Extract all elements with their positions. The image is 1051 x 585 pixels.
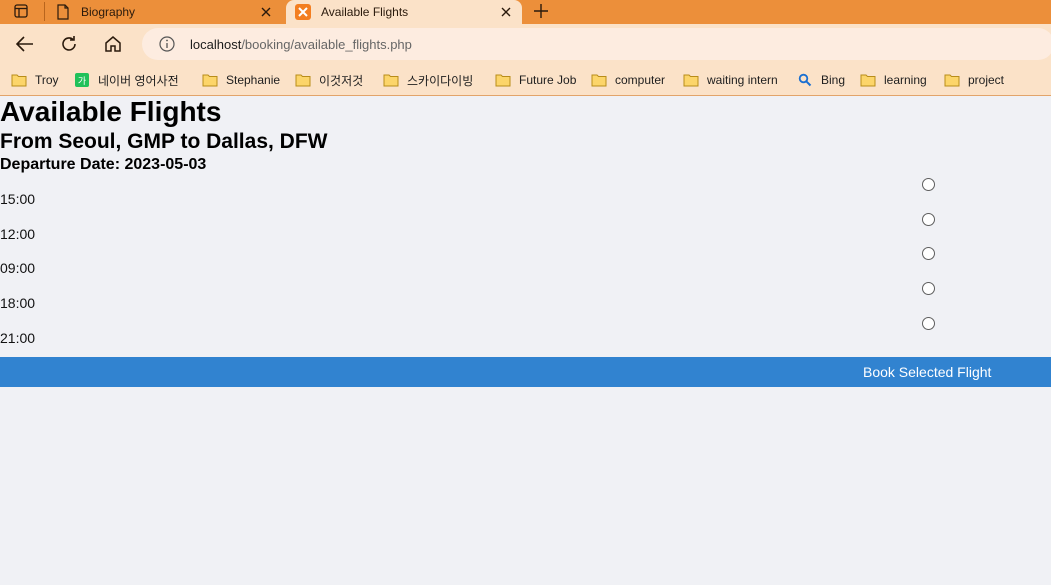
folder-icon (295, 72, 311, 88)
bookmark-label: waiting intern (707, 73, 778, 87)
bookmarks-bar: Troy 가 네이버 영어사전 Stephanie 이것저것 스카이다이빙 Fu… (0, 64, 1051, 96)
bookmark-label: 네이버 영어사전 (98, 73, 179, 88)
plus-icon (534, 4, 548, 18)
folder-icon (11, 72, 27, 88)
bookmark-igeotjeogeot[interactable]: 이것저것 (295, 69, 363, 91)
bookmark-label: Future Job (519, 73, 577, 87)
folder-icon (591, 72, 607, 88)
page-content: Available Flights From Seoul, GMP to Dal… (0, 97, 1051, 585)
search-icon (797, 72, 813, 88)
bookmark-stephanie[interactable]: Stephanie (202, 69, 280, 91)
bookmark-computer[interactable]: computer (591, 69, 665, 91)
bookmark-bing[interactable]: Bing (797, 69, 845, 91)
bookmark-label: computer (615, 73, 666, 87)
bookmark-label: 이것저것 (319, 73, 364, 88)
info-icon[interactable] (158, 35, 176, 53)
url-text[interactable]: localhost/booking/available_flights.php (190, 37, 412, 52)
flight-option: 18:00 (0, 279, 1051, 313)
tab-actions-button[interactable] (8, 1, 34, 21)
flight-radio[interactable] (922, 282, 935, 295)
bookmark-future-job[interactable]: Future Job (495, 69, 576, 91)
flight-option: 09:00 (0, 244, 1051, 278)
bookmark-label: project (968, 73, 1005, 87)
flight-option: 21:00 (0, 314, 1051, 348)
flight-radio[interactable] (922, 247, 935, 260)
flight-radio[interactable] (922, 317, 935, 330)
page-title: Available Flights (0, 96, 222, 127)
tab-actions-icon (14, 4, 28, 18)
new-tab-button[interactable] (531, 1, 551, 21)
bookmark-learning[interactable]: learning (860, 69, 927, 91)
folder-icon (383, 72, 399, 88)
flight-time: 15:00 (0, 191, 36, 207)
bookmark-label: Troy (35, 73, 59, 87)
flight-time: 12:00 (0, 226, 36, 242)
back-button[interactable] (13, 32, 37, 56)
tab-biography[interactable]: Biography (46, 0, 282, 24)
address-bar[interactable]: localhost/booking/available_flights.php (142, 28, 1051, 60)
back-arrow-icon (16, 36, 33, 52)
bookmark-label: 스카이다이빙 (407, 73, 474, 88)
document-icon (55, 4, 71, 20)
tab-available-flights[interactable]: Available Flights (286, 0, 522, 24)
departure-date: Departure Date: 2023-05-03 (0, 156, 207, 173)
bookmark-troy[interactable]: Troy (11, 69, 59, 91)
bookmark-label: Bing (821, 73, 846, 87)
route-heading: From Seoul, GMP to Dallas, DFW (0, 130, 328, 153)
home-icon (105, 36, 121, 52)
close-tab-icon[interactable] (258, 4, 274, 20)
flight-radio[interactable] (922, 178, 935, 191)
flight-option: 12:00 (0, 210, 1051, 244)
svg-text:가: 가 (78, 76, 86, 87)
xampp-icon (295, 4, 311, 20)
browser-toolbar: localhost/booking/available_flights.php (0, 24, 1051, 64)
book-selected-flight-button[interactable]: Book Selected Flight (0, 357, 1051, 387)
refresh-icon (62, 36, 76, 51)
folder-icon (202, 72, 218, 88)
bookmark-label: Stephanie (226, 73, 281, 87)
home-button[interactable] (101, 32, 125, 56)
flight-option: 15:00 (0, 175, 1051, 209)
tab-strip: Biography Available Flights (0, 0, 1051, 24)
folder-icon (944, 72, 960, 88)
folder-icon (683, 72, 699, 88)
tab-title: Available Flights (321, 5, 409, 19)
url-path: /booking/available_flights.php (241, 36, 412, 52)
tab-title: Biography (81, 5, 136, 19)
flight-time: 09:00 (0, 260, 36, 276)
tab-separator (44, 2, 45, 21)
folder-icon (860, 72, 876, 88)
bookmark-skydiving[interactable]: 스카이다이빙 (383, 69, 473, 91)
naver-dictionary-icon: 가 (74, 72, 90, 88)
flight-time: 21:00 (0, 330, 36, 346)
refresh-button[interactable] (57, 32, 81, 56)
bookmark-naver-dictionary[interactable]: 가 네이버 영어사전 (74, 69, 179, 91)
bookmark-label: learning (884, 73, 927, 87)
bookmark-waiting-intern[interactable]: waiting intern (683, 69, 778, 91)
folder-icon (495, 72, 511, 88)
flight-radio[interactable] (922, 213, 935, 226)
bookmark-project[interactable]: project (944, 69, 1004, 91)
url-host: localhost (190, 36, 242, 52)
flight-time: 18:00 (0, 295, 36, 311)
close-tab-icon[interactable] (498, 4, 514, 20)
